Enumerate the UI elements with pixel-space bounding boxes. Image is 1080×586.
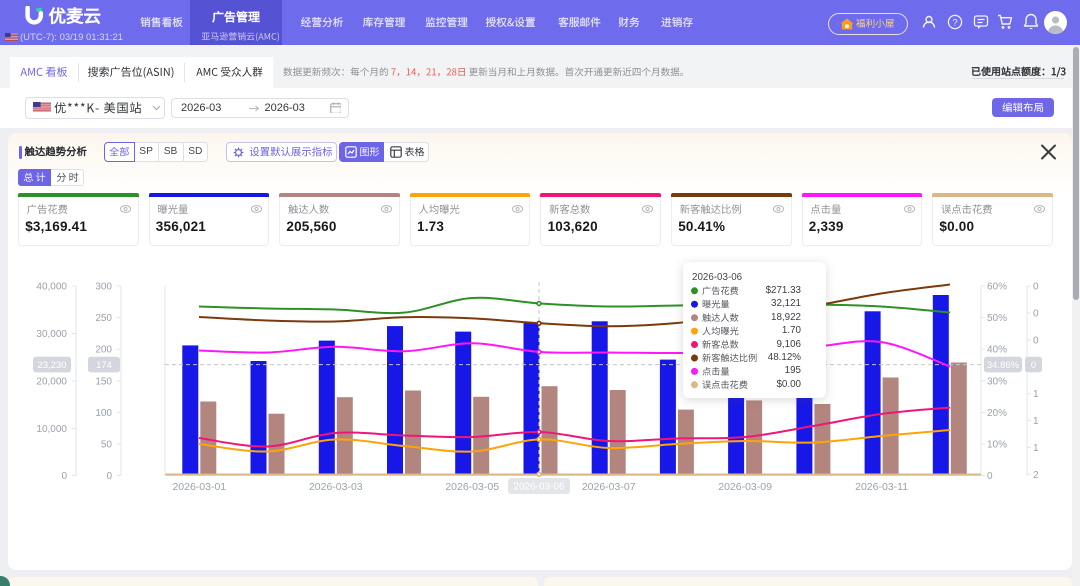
svg-text:0: 0 (61, 471, 67, 482)
svg-text:0: 0 (1033, 335, 1039, 346)
svg-text:50%: 50% (987, 313, 1007, 324)
svg-text:200: 200 (95, 345, 112, 356)
svg-text:0: 0 (987, 471, 993, 482)
svg-text:0: 0 (1033, 282, 1039, 293)
svg-text:100: 100 (95, 408, 112, 419)
svg-text:30,000: 30,000 (36, 329, 67, 340)
svg-text:2026-03-07: 2026-03-07 (582, 481, 636, 493)
svg-text:0: 0 (1033, 308, 1039, 319)
svg-text:2026-03-06: 2026-03-06 (513, 482, 565, 493)
svg-text:2: 2 (1033, 470, 1039, 481)
svg-text:10,000: 10,000 (36, 424, 67, 435)
svg-text:50: 50 (101, 440, 113, 451)
svg-text:2026-03-09: 2026-03-09 (718, 481, 772, 493)
svg-text:2026-03-11: 2026-03-11 (855, 481, 908, 493)
svg-text:60%: 60% (987, 282, 1007, 293)
svg-text:40,000: 40,000 (36, 282, 67, 293)
svg-text:23,230: 23,230 (37, 360, 66, 371)
svg-text:250: 250 (95, 313, 112, 324)
svg-text:20%: 20% (987, 408, 1007, 419)
svg-text:2026-03-05: 2026-03-05 (445, 481, 499, 493)
svg-text:20,000: 20,000 (36, 377, 67, 388)
svg-text:0: 0 (106, 471, 112, 482)
svg-text:?: ? (952, 17, 957, 28)
svg-text:0: 0 (1031, 360, 1036, 371)
svg-text:34.86%: 34.86% (987, 360, 1020, 371)
svg-text:1: 1 (1033, 389, 1039, 400)
svg-text:2026-03-01: 2026-03-01 (172, 481, 226, 493)
svg-text:30%: 30% (987, 376, 1007, 387)
svg-text:150: 150 (95, 376, 112, 387)
svg-text:2026-03-03: 2026-03-03 (309, 481, 363, 493)
svg-text:1: 1 (1033, 443, 1039, 454)
svg-text:40%: 40% (987, 345, 1007, 356)
svg-text:174: 174 (96, 360, 112, 371)
svg-text:10%: 10% (987, 440, 1007, 451)
svg-text:1: 1 (1033, 416, 1039, 427)
svg-text:300: 300 (95, 282, 112, 293)
